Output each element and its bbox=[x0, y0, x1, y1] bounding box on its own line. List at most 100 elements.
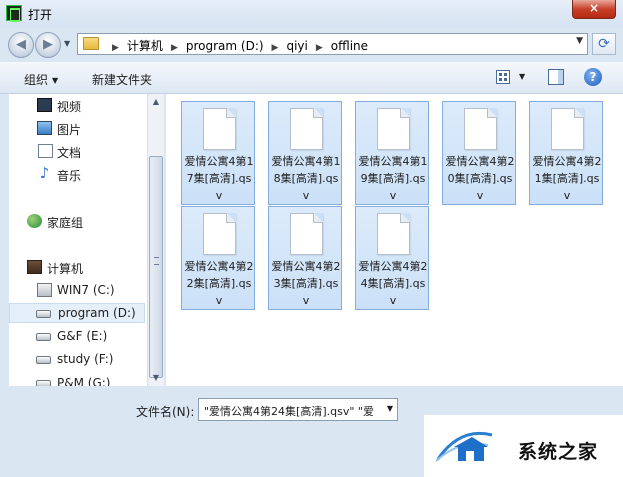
sidebar-item-videos[interactable]: 视频 bbox=[35, 96, 145, 116]
preview-pane-icon[interactable] bbox=[548, 69, 564, 85]
close-button[interactable]: × bbox=[572, 0, 616, 19]
address-dropdown-icon[interactable]: ▼ bbox=[576, 36, 583, 46]
scroll-down-icon[interactable]: ▼ bbox=[148, 370, 164, 386]
file-name: 爱情公寓4第20集[高清].qsv bbox=[445, 155, 515, 202]
sidebar-item-documents[interactable]: 文档 bbox=[35, 142, 145, 162]
scrollbar-thumb[interactable] bbox=[149, 156, 163, 378]
chevron-down-icon[interactable]: ▼ bbox=[387, 404, 393, 413]
file-name: 爱情公寓4第24集[高清].qsv bbox=[358, 260, 428, 307]
sidebar-item-pictures[interactable]: 图片 bbox=[35, 119, 145, 139]
documents-icon bbox=[38, 144, 53, 158]
refresh-button[interactable]: ⟳ bbox=[592, 33, 616, 55]
navigation-pane: 视频 图片 文档 ♪ 音乐 家庭组 计算机 WIN7 (C:) program … bbox=[9, 94, 164, 386]
music-icon: ♪ bbox=[39, 164, 50, 182]
sidebar-item-label: 计算机 bbox=[47, 262, 84, 276]
breadcrumb-offline[interactable]: offline bbox=[331, 39, 368, 53]
window-title: 打开 bbox=[28, 8, 53, 22]
breadcrumb-separator[interactable]: ▶ bbox=[272, 43, 279, 53]
file-tile[interactable]: 爱情公寓4第19集[高清].qsv bbox=[355, 101, 429, 205]
grip-icon bbox=[154, 257, 159, 265]
sidebar-item-label: WIN7 (C:) bbox=[57, 283, 115, 297]
title-bar: 打开 × bbox=[0, 0, 623, 28]
file-name: 爱情公寓4第17集[高清].qsv bbox=[184, 155, 254, 202]
views-icon[interactable] bbox=[496, 70, 510, 84]
breadcrumb-separator[interactable]: ▶ bbox=[316, 43, 323, 53]
sidebar-item-label: 图片 bbox=[57, 123, 82, 137]
windows-drive-icon bbox=[37, 283, 52, 297]
computer-icon bbox=[27, 260, 42, 274]
drive-icon bbox=[36, 310, 51, 318]
watermark-logo-icon bbox=[435, 431, 493, 462]
back-button[interactable]: ◀ bbox=[8, 32, 34, 58]
recent-pages-dropdown[interactable]: ▼ bbox=[64, 39, 70, 48]
file-icon bbox=[377, 213, 410, 255]
new-folder-button[interactable]: 新建文件夹 bbox=[92, 71, 152, 88]
breadcrumb-qiyi[interactable]: qiyi bbox=[286, 39, 307, 53]
file-icon bbox=[551, 108, 584, 150]
sidebar-item-gf-drive[interactable]: G&F (E:) bbox=[35, 327, 145, 347]
file-tile[interactable]: 爱情公寓4第24集[高清].qsv bbox=[355, 206, 429, 310]
video-icon bbox=[37, 98, 52, 112]
organize-button[interactable]: 组织 ▼ bbox=[24, 71, 58, 88]
file-tile[interactable]: 爱情公寓4第20集[高清].qsv bbox=[442, 101, 516, 205]
file-tile[interactable]: 爱情公寓4第21集[高清].qsv bbox=[529, 101, 603, 205]
sidebar-item-win7-drive[interactable]: WIN7 (C:) bbox=[35, 281, 145, 301]
address-bar[interactable]: ▶ 计算机 ▶ program (D:) ▶ qiyi ▶ offline ▼ bbox=[77, 33, 588, 55]
chevron-down-icon: ▼ bbox=[52, 76, 59, 85]
command-toolbar: 组织 ▼ 新建文件夹 ▼ ? bbox=[0, 62, 623, 94]
file-name: 爱情公寓4第23集[高清].qsv bbox=[271, 260, 341, 307]
drive-icon bbox=[36, 356, 51, 364]
drive-icon bbox=[36, 333, 51, 341]
watermark: 系统之家 bbox=[424, 415, 623, 477]
scroll-up-icon[interactable]: ▲ bbox=[148, 94, 164, 110]
file-name: 爱情公寓4第22集[高清].qsv bbox=[184, 260, 254, 307]
file-tile[interactable]: 爱情公寓4第23集[高清].qsv bbox=[268, 206, 342, 310]
organize-label: 组织 bbox=[24, 73, 49, 87]
file-list: 爱情公寓4第17集[高清].qsv 爱情公寓4第18集[高清].qsv 爱情公寓… bbox=[166, 94, 623, 386]
sidebar-item-study-drive[interactable]: study (F:) bbox=[35, 350, 145, 370]
breadcrumb-program-drive[interactable]: program (D:) bbox=[186, 39, 264, 53]
file-icon bbox=[203, 108, 236, 150]
file-name: 爱情公寓4第19集[高清].qsv bbox=[358, 155, 428, 202]
sidebar-item-label: 文档 bbox=[57, 146, 82, 160]
breadcrumb-computer[interactable]: 计算机 bbox=[127, 39, 163, 53]
sidebar-item-label: 音乐 bbox=[57, 169, 82, 183]
sidebar-item-label: program (D:) bbox=[58, 306, 136, 320]
file-name: 爱情公寓4第21集[高清].qsv bbox=[532, 155, 602, 202]
file-icon bbox=[290, 213, 323, 255]
file-icon bbox=[377, 108, 410, 150]
file-icon bbox=[203, 213, 236, 255]
sidebar-item-homegroup[interactable]: 家庭组 bbox=[25, 212, 145, 232]
filename-label: 文件名(N): bbox=[136, 405, 195, 419]
file-tile[interactable]: 爱情公寓4第17集[高清].qsv bbox=[181, 101, 255, 205]
sidebar-item-label: 家庭组 bbox=[47, 216, 84, 230]
filename-combobox[interactable]: "爱情公寓4第24集[高清].qsv" "爱 ▼ bbox=[198, 398, 398, 421]
sidebar-item-computer[interactable]: 计算机 bbox=[25, 258, 145, 278]
file-tile[interactable]: 爱情公寓4第22集[高清].qsv bbox=[181, 206, 255, 310]
app-icon bbox=[6, 5, 22, 22]
file-icon bbox=[464, 108, 497, 150]
views-dropdown-icon[interactable]: ▼ bbox=[519, 72, 525, 81]
homegroup-icon bbox=[27, 214, 42, 228]
sidebar-item-label: P&M (G:) bbox=[57, 376, 111, 386]
sidebar-scrollbar[interactable]: ▲ ▼ bbox=[147, 94, 164, 386]
pictures-icon bbox=[37, 121, 52, 135]
forward-button[interactable]: ▶ bbox=[35, 32, 61, 58]
sidebar-item-music[interactable]: ♪ 音乐 bbox=[35, 165, 145, 185]
sidebar-item-program-drive[interactable]: program (D:) bbox=[9, 303, 145, 323]
file-icon bbox=[290, 108, 323, 150]
sidebar-item-pm-drive[interactable]: P&M (G:) bbox=[35, 374, 145, 386]
folder-icon bbox=[83, 37, 99, 50]
navigation-bar: ◀ ▶ ▼ ▶ 计算机 ▶ program (D:) ▶ qiyi ▶ offline ▼ ⟳ bbox=[0, 28, 623, 60]
file-tile[interactable]: 爱情公寓4第18集[高清].qsv bbox=[268, 101, 342, 205]
file-name: 爱情公寓4第18集[高清].qsv bbox=[271, 155, 341, 202]
sidebar-item-label: 视频 bbox=[57, 100, 82, 114]
filename-input[interactable]: "爱情公寓4第24集[高清].qsv" "爱 bbox=[204, 403, 382, 419]
sidebar-item-label: study (F:) bbox=[57, 352, 114, 366]
watermark-text: 系统之家 bbox=[518, 441, 599, 463]
breadcrumb: ▶ 计算机 ▶ program (D:) ▶ qiyi ▶ offline bbox=[104, 37, 368, 54]
sidebar-item-label: G&F (E:) bbox=[57, 329, 108, 343]
breadcrumb-separator[interactable]: ▶ bbox=[171, 43, 178, 53]
breadcrumb-separator[interactable]: ▶ bbox=[112, 43, 119, 53]
help-icon[interactable]: ? bbox=[584, 68, 602, 86]
